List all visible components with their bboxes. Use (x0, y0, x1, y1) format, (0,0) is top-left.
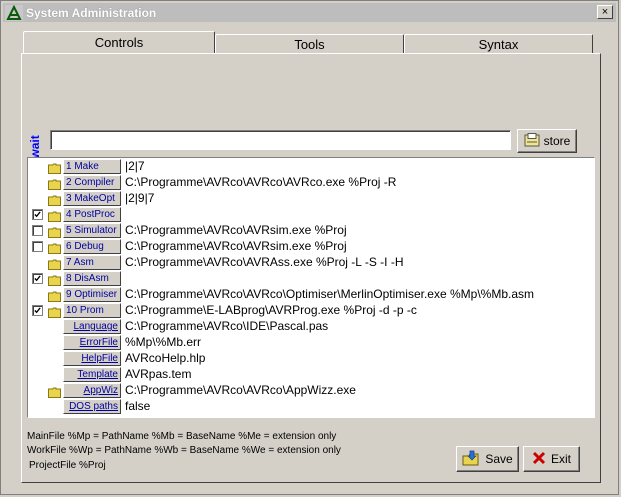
item-name-button[interactable]: 9 Optimiser (63, 287, 121, 302)
item-value[interactable]: AVRpas.tem (125, 367, 191, 382)
item-name-button[interactable]: 7 Asm (63, 255, 121, 270)
footnote-mainfile: MainFile %Mp = PathName %Mb = BaseName %… (27, 431, 337, 442)
system-admin-window: System Administration × Controls Tools S… (0, 0, 619, 495)
folder-icon[interactable] (48, 289, 61, 302)
check-mark-icon (34, 211, 41, 218)
item-name-button[interactable]: Language (63, 319, 121, 334)
list-item: Language C:\Programme\AVRco\IDE\Pascal.pa… (28, 319, 594, 335)
item-value[interactable]: C:\Programme\AVRco\AVRAss.exe %Proj -L -… (125, 255, 404, 270)
save-label: Save (485, 452, 513, 466)
save-icon (462, 450, 480, 469)
item-name-button[interactable]: 2 Compiler (63, 175, 121, 190)
list-item: 2 Compiler C:\Programme\AVRco\AVRco\AVRco… (28, 175, 594, 191)
close-button[interactable]: × (597, 5, 613, 19)
list-item: 9 Optimiser C:\Programme\AVRco\AVRco\Opti… (28, 287, 594, 303)
item-value[interactable]: C:\Programme\AVRco\AVRco\AVRco.exe %Proj… (125, 175, 396, 190)
item-value[interactable]: C:\Programme\AVRco\IDE\Pascal.pas (125, 319, 328, 334)
item-checkbox[interactable] (32, 273, 43, 284)
tab-tools[interactable]: Tools (215, 34, 404, 54)
list-item: ErrorFile %Mp\%Mb.err (28, 335, 594, 351)
item-name-button[interactable]: AppWiz (63, 383, 121, 398)
item-name-button[interactable]: 10 Prom (63, 303, 121, 318)
list-item: 4 PostProc (28, 207, 594, 223)
item-checkbox[interactable] (32, 225, 43, 236)
folder-icon[interactable] (48, 193, 61, 206)
list-item: 1 Make |2|7 (28, 159, 594, 175)
tab-controls[interactable]: Controls (23, 31, 215, 54)
folder-icon[interactable] (48, 177, 61, 190)
item-value[interactable]: C:\Programme\AVRco\AVRsim.exe %Proj (125, 239, 347, 254)
item-value[interactable]: |2|9|7 (125, 191, 154, 206)
item-name-button[interactable]: 4 PostProc (63, 207, 121, 222)
exit-button[interactable]: Exit (523, 446, 580, 472)
list-item: 5 Simulator C:\Programme\AVRco\AVRsim.exe… (28, 223, 594, 239)
window-title: System Administration (26, 5, 157, 20)
save-button[interactable]: Save (456, 446, 519, 472)
store-label: store (543, 134, 571, 148)
folder-icon[interactable] (48, 305, 61, 318)
check-mark-icon (34, 307, 41, 314)
item-name-button[interactable]: 6 Debug (63, 239, 121, 254)
tab-syntax[interactable]: Syntax (404, 34, 593, 54)
folder-icon[interactable] (48, 161, 61, 174)
item-checkbox[interactable] (32, 209, 43, 220)
list-item: 10 Prom C:\Programme\E-LABprog\AVRProg.ex… (28, 303, 594, 319)
item-name-button[interactable]: HelpFile (63, 351, 121, 366)
list-item: 8 DisAsm (28, 271, 594, 287)
exit-x-icon (532, 451, 546, 468)
item-value[interactable]: %Mp\%Mb.err (125, 335, 201, 350)
folder-icon[interactable] (48, 241, 61, 254)
item-value[interactable]: AVRcoHelp.hlp (125, 351, 205, 366)
item-value[interactable]: false (125, 399, 150, 414)
item-value[interactable]: C:\Programme\AVRco\AVRco\AppWizz.exe (125, 383, 356, 398)
list-item: 7 Asm C:\Programme\AVRco\AVRAss.exe %Proj… (28, 255, 594, 271)
folder-icon[interactable] (48, 385, 61, 398)
settings-list: 1 Make |2|7 2 Compiler C:\Programme\AVRco\A… (27, 157, 595, 418)
item-name-button[interactable]: 5 Simulator (63, 223, 121, 238)
item-name-button[interactable]: 1 Make (63, 159, 121, 174)
list-item: DOS paths false (28, 399, 594, 415)
folder-icon[interactable] (48, 209, 61, 222)
tab-bar: Controls Tools Syntax (23, 31, 597, 54)
store-button[interactable]: store (517, 129, 577, 153)
title-bar: System Administration × (3, 3, 616, 22)
folder-icon[interactable] (48, 225, 61, 238)
list-item: AppWiz C:\Programme\AVRco\AVRco\AppWizz.e… (28, 383, 594, 399)
list-item: 3 MakeOpt |2|9|7 (28, 191, 594, 207)
item-checkbox[interactable] (32, 305, 43, 316)
command-input[interactable] (50, 130, 511, 150)
item-value[interactable]: C:\Programme\E-LABprog\AVRProg.exe %Proj… (125, 303, 417, 318)
item-name-button[interactable]: 8 DisAsm (63, 271, 121, 286)
folder-icon[interactable] (48, 257, 61, 270)
item-name-button[interactable]: Template (63, 367, 121, 382)
item-name-button[interactable]: ErrorFile (63, 335, 121, 350)
folder-icon[interactable] (48, 273, 61, 286)
footnote-workfile: WorkFile %Wp = PathName %Wb = BaseName %… (27, 445, 341, 456)
item-value[interactable]: C:\Programme\AVRco\AVRco\Optimiser\Merli… (125, 287, 534, 302)
item-checkbox[interactable] (32, 241, 43, 252)
store-icon (524, 132, 540, 150)
app-icon (5, 4, 23, 21)
exit-label: Exit (550, 452, 571, 466)
footnote-projectfile: ProjectFile %Proj (29, 460, 106, 471)
list-item: HelpFile AVRcoHelp.hlp (28, 351, 594, 367)
list-item: Template AVRpas.tem (28, 367, 594, 383)
item-name-button[interactable]: 3 MakeOpt (63, 191, 121, 206)
item-value[interactable]: |2|7 (125, 159, 145, 174)
item-name-button[interactable]: DOS paths (63, 399, 121, 414)
item-value[interactable]: C:\Programme\AVRco\AVRsim.exe %Proj (125, 223, 347, 238)
list-item: 6 Debug C:\Programme\AVRco\AVRsim.exe %Pr… (28, 239, 594, 255)
check-mark-icon (34, 275, 41, 282)
